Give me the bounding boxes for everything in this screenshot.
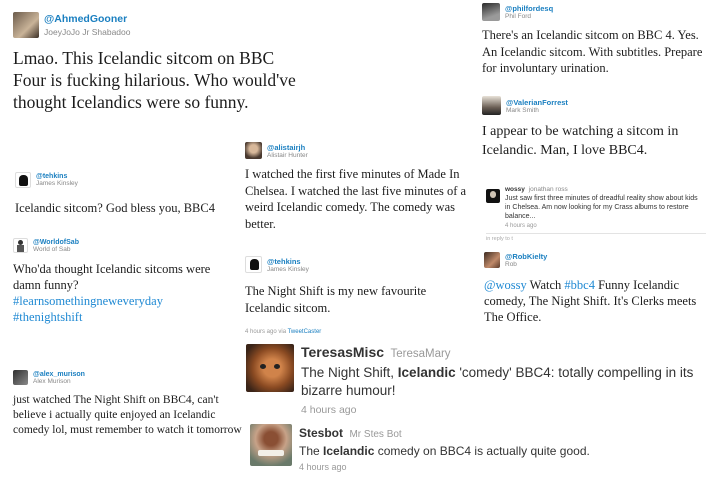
- user-handle[interactable]: TeresasMisc: [301, 344, 384, 360]
- via-link[interactable]: TweetCaster: [288, 329, 322, 335]
- tweet-text: I appear to be watching a sitcom in Icel…: [482, 124, 679, 158]
- hashtag-link[interactable]: #thenightshift: [13, 310, 82, 324]
- tweet-text-part: The Night Shift,: [301, 365, 398, 380]
- hashtag-link[interactable]: #bbc4: [564, 278, 595, 292]
- tweet-text-part: The: [299, 444, 324, 458]
- avatar[interactable]: [245, 142, 262, 159]
- user-name: James Kinsley: [36, 180, 78, 187]
- user-name: Alex Murison: [33, 377, 71, 385]
- avatar[interactable]: [250, 424, 292, 466]
- tweet-timestamp[interactable]: 4 hours ago: [299, 462, 704, 472]
- highlight-term: Icelandic: [323, 444, 375, 458]
- tweet-text: Just saw first three minutes of dreadful…: [505, 195, 698, 220]
- user-handle[interactable]: Stesbot: [299, 426, 343, 440]
- user-handle[interactable]: @AhmedGooner: [44, 13, 130, 25]
- user-handle[interactable]: @tehkins: [36, 173, 78, 180]
- tweet-alistairjh: @alistairjh Alistair Hunter I watched th…: [245, 142, 477, 232]
- user-name: Mark Smith: [506, 106, 539, 114]
- tweet-worldofsab: @WorldofSab World of Sab Who'da thought …: [13, 238, 241, 325]
- tweet-text: The Night Shift is my new favourite Icel…: [245, 284, 427, 315]
- user-handle[interactable]: @ValerianForrest: [506, 98, 568, 107]
- tweet-tehkins-2: @tehkins James Kinsley The Night Shift i…: [245, 256, 467, 335]
- avatar[interactable]: [13, 12, 39, 38]
- tweet-wossy: wossy jonathan ross Just saw first three…: [486, 186, 711, 242]
- highlight-term: Icelandic: [397, 365, 456, 380]
- mention-link[interactable]: @wossy: [484, 278, 527, 292]
- user-name: James Kinsley: [267, 265, 309, 273]
- tweet-text-part: comedy on BBC4 is actually quite good.: [374, 444, 590, 458]
- user-name: Mr Stes Bot: [349, 429, 402, 440]
- in-reply-to-link[interactable]: in reply to t: [486, 236, 711, 242]
- user-name: Alistair Hunter: [267, 151, 308, 159]
- avatar[interactable]: [246, 344, 294, 392]
- avatar[interactable]: [15, 172, 31, 188]
- user-name: TeresaMary: [390, 348, 451, 360]
- tweet-ahmedgooner: @AhmedGooner JoeyJoJo Jr Shabadoo Lmao. …: [13, 12, 308, 113]
- user-name: Phil Ford: [505, 13, 532, 20]
- avatar[interactable]: [482, 3, 500, 21]
- tweet-valerianforrest: @ValerianForrest Mark Smith I appear to …: [482, 96, 712, 160]
- user-handle[interactable]: @WorldofSab: [33, 239, 79, 246]
- tweet-timestamp[interactable]: 4 hours ago: [505, 223, 700, 229]
- tweet-text-main: Who'da thought Icelandic sitcoms were da…: [13, 262, 211, 292]
- tweet-text-part: Watch: [526, 278, 565, 292]
- tweet-timestamp[interactable]: 4 hours ago via: [245, 329, 286, 335]
- tweet-text: I watched the first five minutes of Made…: [245, 167, 467, 231]
- user-name: JoeyJoJo Jr Shabadoo: [44, 27, 131, 37]
- tweet-tehkins-1: @tehkins James Kinsley Icelandic sitcom?…: [15, 172, 240, 216]
- user-name: World of Sab: [33, 245, 71, 253]
- hashtag-link[interactable]: #learnsomethingneweveryday: [13, 294, 163, 308]
- user-handle[interactable]: @tehkins: [267, 257, 309, 266]
- avatar[interactable]: [482, 96, 501, 115]
- user-handle[interactable]: @RobKielty: [505, 252, 547, 261]
- user-handle[interactable]: @alex_murison: [33, 371, 85, 378]
- divider: [486, 233, 706, 234]
- user-handle[interactable]: @philfordesq: [505, 4, 553, 13]
- tweet-text: @wossy Watch #bbc4 Funny Icelandic comed…: [484, 277, 710, 325]
- user-handle[interactable]: @alistairjh: [267, 143, 308, 152]
- tweet-text: There's an Icelandic sitcom on BBC 4. Ye…: [482, 28, 703, 75]
- user-handle[interactable]: wossy: [505, 186, 525, 193]
- tweet-philfordesq: @philfordesq Phil Ford There's an Icelan…: [482, 3, 708, 77]
- tweet-teresasmisc: TeresasMisc TeresaMary The Night Shift, …: [246, 344, 708, 416]
- tweet-text: just watched The Night Shift on BBC4, ca…: [13, 394, 242, 436]
- tweet-robkielty: @RobKielty Rob @wossy Watch #bbc4 Funny …: [484, 252, 710, 325]
- tweet-stesbot: Stesbot Mr Stes Bot The Icelandic comedy…: [250, 424, 710, 472]
- avatar[interactable]: [484, 252, 500, 268]
- tweet-text: Icelandic sitcom? God bless you, BBC4: [15, 201, 215, 215]
- avatar[interactable]: [13, 370, 28, 385]
- user-name: Rob: [505, 261, 517, 268]
- tweet-alex-murison: @alex_murison Alex Murison just watched …: [13, 370, 243, 438]
- avatar[interactable]: [13, 238, 28, 253]
- tweet-text: Lmao. This Icelandic sitcom on BBC Four …: [13, 48, 296, 112]
- avatar[interactable]: [245, 256, 262, 273]
- tweet-text: The Night Shift, Icelandic 'comedy' BBC4…: [301, 364, 703, 400]
- tweet-timestamp[interactable]: 4 hours ago: [301, 404, 703, 416]
- avatar[interactable]: [486, 189, 500, 203]
- user-name: jonathan ross: [528, 186, 568, 193]
- tweet-text: Who'da thought Icelandic sitcoms were da…: [13, 261, 241, 325]
- tweet-text: The Icelandic comedy on BBC4 is actually…: [299, 443, 704, 459]
